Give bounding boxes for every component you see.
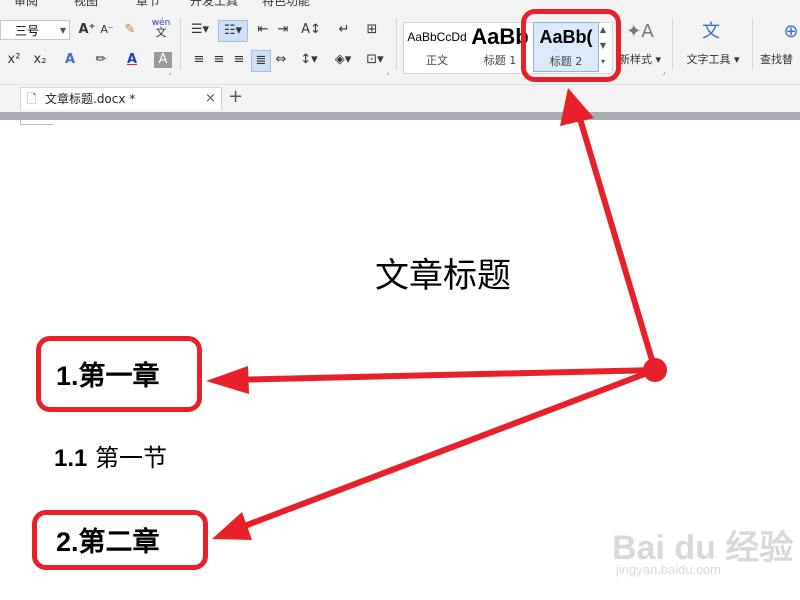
arrowhead-down-left bbox=[212, 512, 252, 540]
annotation-arrows bbox=[206, 88, 667, 540]
arrowhead-up bbox=[560, 88, 594, 126]
arrow-to-style-heading2 bbox=[575, 109, 658, 373]
arrow-origin-dot bbox=[643, 358, 667, 382]
arrow-to-chapter2 bbox=[231, 367, 658, 533]
arrowhead-left bbox=[206, 366, 249, 394]
arrow-to-chapter1 bbox=[225, 367, 658, 383]
